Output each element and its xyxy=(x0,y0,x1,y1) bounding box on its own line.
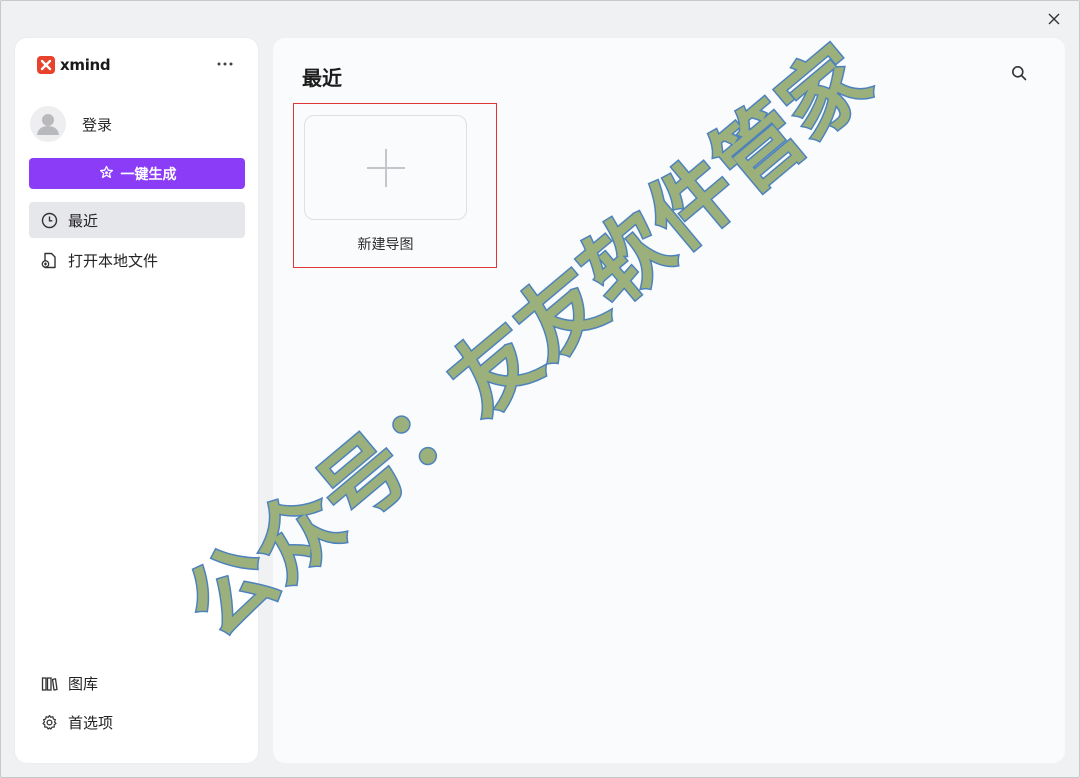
sidebar-item-label: 首选项 xyxy=(68,713,114,732)
sidebar: xmind 登录 一键生成 最近 打开本地文件 图库 首选项 xyxy=(15,38,258,763)
sidebar-item-library[interactable]: 图库 xyxy=(29,665,245,701)
more-horizontal-icon xyxy=(217,62,233,66)
new-mindmap-label: 新建导图 xyxy=(357,237,414,253)
sidebar-item-label: 打开本地文件 xyxy=(68,251,159,270)
sidebar-item-open-local-file[interactable]: 打开本地文件 xyxy=(29,242,245,278)
sidebar-item-preferences[interactable]: 首选项 xyxy=(29,704,245,740)
main-panel: 最近 新建导图 xyxy=(273,38,1065,763)
brand: xmind xyxy=(37,55,111,75)
close-icon xyxy=(1048,13,1060,25)
plus-icon xyxy=(366,148,405,187)
sidebar-item-label: 最近 xyxy=(68,211,99,230)
clock-icon xyxy=(40,211,58,229)
one-click-generate-button[interactable]: 一键生成 xyxy=(29,158,245,189)
more-button[interactable] xyxy=(213,54,237,74)
library-icon xyxy=(40,674,58,692)
sidebar-item-recent[interactable]: 最近 xyxy=(29,202,245,238)
new-mindmap-card[interactable] xyxy=(304,115,467,220)
sidebar-item-label: 图库 xyxy=(68,674,99,693)
sparkle-icon xyxy=(99,165,113,179)
generate-label: 一键生成 xyxy=(120,166,177,183)
xmind-logo-icon xyxy=(37,56,55,74)
gear-icon xyxy=(40,713,58,731)
page-title: 最近 xyxy=(302,66,342,90)
brand-name: xmind xyxy=(60,56,111,74)
search-button[interactable] xyxy=(1008,62,1030,84)
search-icon xyxy=(1012,66,1027,81)
close-button[interactable] xyxy=(1042,8,1066,30)
avatar xyxy=(30,106,66,142)
open-file-icon xyxy=(40,251,58,269)
login-label: 登录 xyxy=(82,115,113,134)
login-row[interactable]: 登录 xyxy=(30,105,112,143)
user-icon xyxy=(37,114,59,135)
